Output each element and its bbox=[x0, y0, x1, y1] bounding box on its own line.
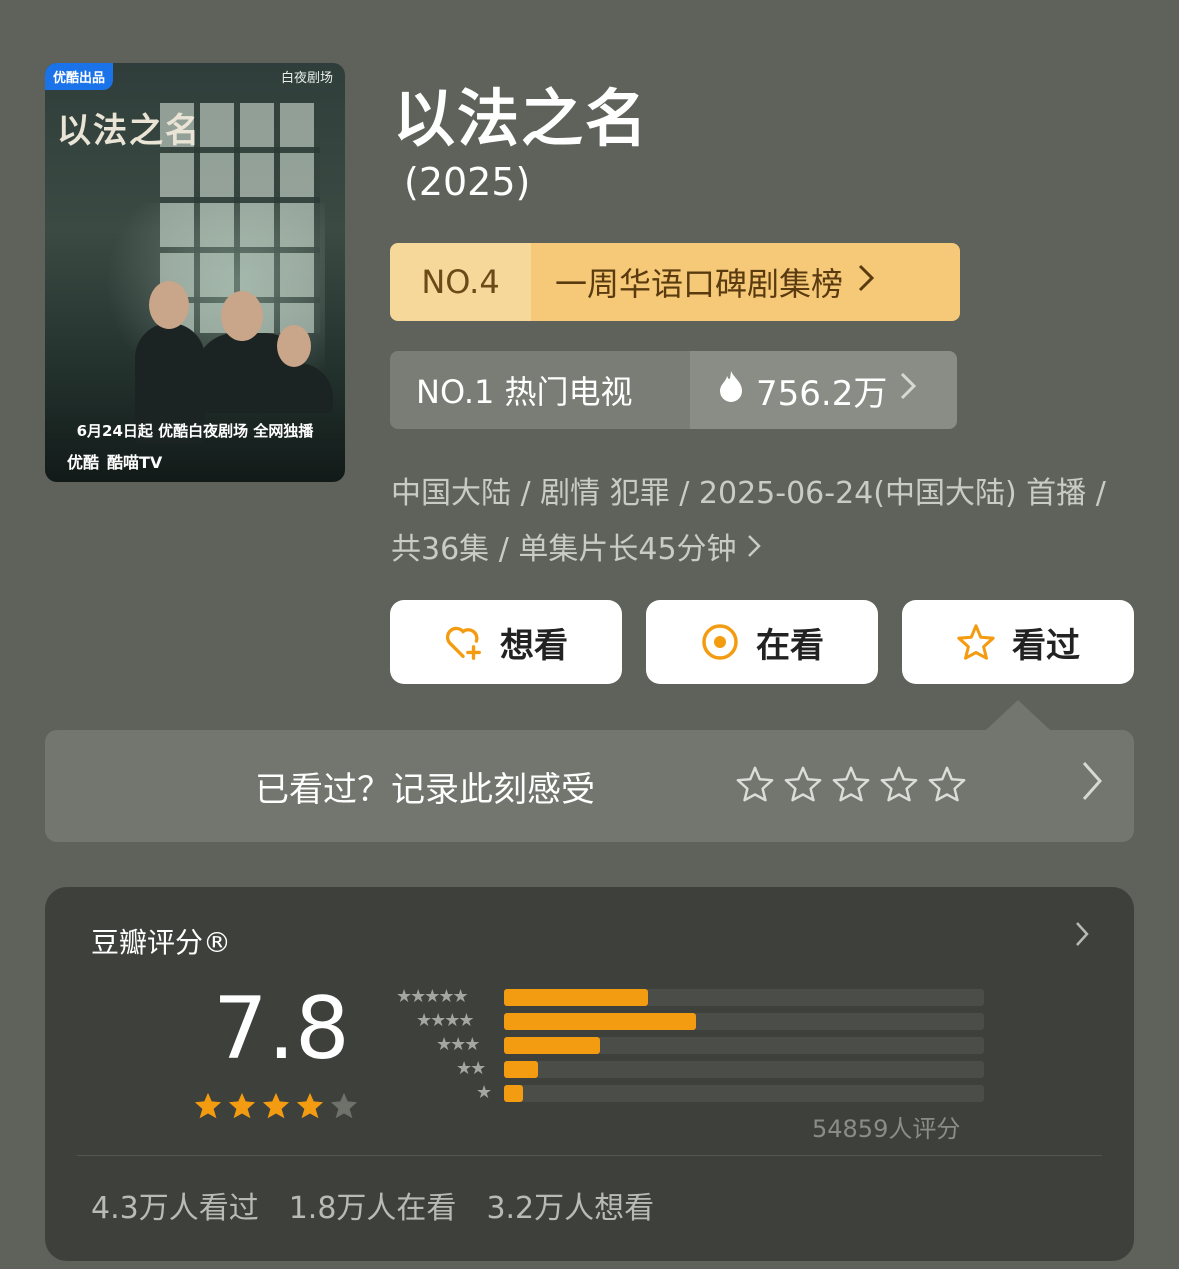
watched-label: 看过 bbox=[1012, 625, 1080, 666]
stat-want: 3.2万人想看 bbox=[486, 1191, 655, 1226]
release-year: (2025) bbox=[404, 160, 531, 204]
stat-watching: 1.8万人在看 bbox=[288, 1191, 457, 1226]
poster-face-right bbox=[277, 325, 311, 367]
star-outline-icon bbox=[956, 622, 996, 662]
star-outline-icon[interactable] bbox=[927, 764, 967, 808]
distribution-bar-2 bbox=[504, 1061, 538, 1078]
poster-credits bbox=[105, 393, 325, 407]
rank-badge-weekly[interactable]: NO.4 一周华语口碑剧集榜 bbox=[390, 243, 960, 321]
distribution-stars-4: ★★★★ bbox=[416, 1010, 475, 1031]
douban-stats: 4.3万人看过 1.8万人在看 3.2万人想看 bbox=[91, 1183, 654, 1227]
douban-label: 豆瓣评分® bbox=[91, 926, 232, 959]
watched-button[interactable]: 看过 bbox=[902, 600, 1134, 684]
page-title: 以法之名 bbox=[393, 82, 650, 155]
chevron-right-icon[interactable] bbox=[1074, 917, 1090, 957]
poster-logo: 白夜剧场 bbox=[280, 71, 333, 86]
chevron-right-icon bbox=[899, 370, 917, 410]
douban-score-stars bbox=[193, 1091, 359, 1125]
heart-plus-icon bbox=[444, 622, 484, 662]
poster-badge: 优酷出品 bbox=[45, 63, 114, 90]
flame-icon bbox=[718, 370, 744, 411]
star-filled-icon bbox=[227, 1091, 257, 1125]
rank-hot-label: NO.1 热门电视 bbox=[390, 351, 690, 429]
distribution-bar-3 bbox=[504, 1037, 600, 1054]
star-filled-icon bbox=[295, 1091, 325, 1125]
rank-weekly-label-wrap: 一周华语口碑剧集榜 bbox=[531, 243, 960, 321]
douban-rating-count: 54859人评分 bbox=[812, 1115, 961, 1143]
watching-label: 在看 bbox=[756, 625, 824, 666]
distribution-stars-1: ★ bbox=[476, 1082, 492, 1103]
want-to-watch-button[interactable]: 想看 bbox=[390, 600, 622, 684]
rank-weekly-number: NO.4 bbox=[390, 243, 531, 321]
distribution-stars-2: ★★ bbox=[456, 1058, 486, 1079]
distribution-row-3: ★★★ bbox=[383, 1034, 984, 1055]
distribution-stars-5: ★★★★★ bbox=[396, 986, 469, 1007]
douban-rating-card[interactable]: 豆瓣评分® 7.8 ★★★★★ ★★★★ ★★★ ★★ ★ 54859人评分 4.3万人… bbox=[45, 887, 1134, 1261]
target-icon bbox=[700, 622, 740, 662]
divider bbox=[77, 1155, 1102, 1156]
rank-weekly-label: 一周华语口碑剧集榜 bbox=[555, 265, 844, 303]
distribution-bar-1 bbox=[504, 1085, 524, 1102]
distribution-stars-3: ★★★ bbox=[436, 1034, 480, 1055]
distribution-track bbox=[504, 1013, 984, 1030]
star-filled-icon bbox=[193, 1091, 223, 1125]
poster-face-center bbox=[221, 291, 263, 341]
distribution-track bbox=[504, 1061, 984, 1078]
rate-prompt: 已看过？记录此刻感受 bbox=[255, 769, 595, 810]
chevron-right-icon bbox=[746, 532, 762, 567]
distribution-track bbox=[504, 1085, 984, 1102]
distribution-bar-4 bbox=[504, 1013, 696, 1030]
rank-hot-heat-wrap: 756.2万 bbox=[690, 351, 957, 429]
poster-platform-kumiao: 酷喵TV bbox=[107, 453, 163, 472]
star-outline-icon[interactable] bbox=[783, 764, 823, 808]
star-filled-icon bbox=[261, 1091, 291, 1125]
rank-badge-hot[interactable]: NO.1 热门电视 756.2万 bbox=[390, 351, 957, 429]
stat-watched: 4.3万人看过 bbox=[91, 1191, 259, 1226]
rank-hot-heat: 756.2万 bbox=[756, 373, 888, 414]
chevron-right-icon[interactable] bbox=[1080, 759, 1104, 814]
rate-stars[interactable] bbox=[735, 764, 967, 808]
distribution-track bbox=[504, 989, 984, 1006]
distribution-bar-5 bbox=[504, 989, 648, 1006]
distribution-row-2: ★★ bbox=[383, 1058, 984, 1079]
want-to-watch-label: 想看 bbox=[500, 625, 568, 666]
poster-platforms: 优酷 酷喵TV bbox=[67, 449, 333, 473]
poster-image[interactable]: 优酷出品 白夜剧场 以法之名 6月24日起 优酷白夜剧场 全网独播 优酷 酷喵T… bbox=[45, 63, 345, 482]
show-meta-info[interactable]: 中国大陆 / 剧情 犯罪 / 2025-06-24(中国大陆) 首播 / 共36… bbox=[391, 466, 1131, 578]
distribution-row-1: ★ bbox=[383, 1082, 984, 1103]
poster-release-line: 6月24日起 优酷白夜剧场 全网独播 bbox=[76, 422, 314, 440]
rate-panel[interactable]: 已看过？记录此刻感受 bbox=[45, 730, 1134, 842]
poster-platform-youku: 优酷 bbox=[67, 453, 100, 472]
star-empty-icon bbox=[329, 1091, 359, 1125]
star-outline-icon[interactable] bbox=[879, 764, 919, 808]
star-outline-icon[interactable] bbox=[831, 764, 871, 808]
star-outline-icon[interactable] bbox=[735, 764, 775, 808]
watching-button[interactable]: 在看 bbox=[646, 600, 878, 684]
poster-face-left bbox=[149, 281, 189, 329]
distribution-track bbox=[504, 1037, 984, 1054]
distribution-row-4: ★★★★ bbox=[383, 1010, 984, 1031]
poster-title: 以法之名 bbox=[57, 111, 201, 151]
chevron-right-icon bbox=[857, 263, 875, 301]
rate-panel-pointer bbox=[986, 700, 1050, 730]
distribution-row-5: ★★★★★ bbox=[383, 986, 984, 1007]
douban-score: 7.8 bbox=[213, 979, 350, 1079]
